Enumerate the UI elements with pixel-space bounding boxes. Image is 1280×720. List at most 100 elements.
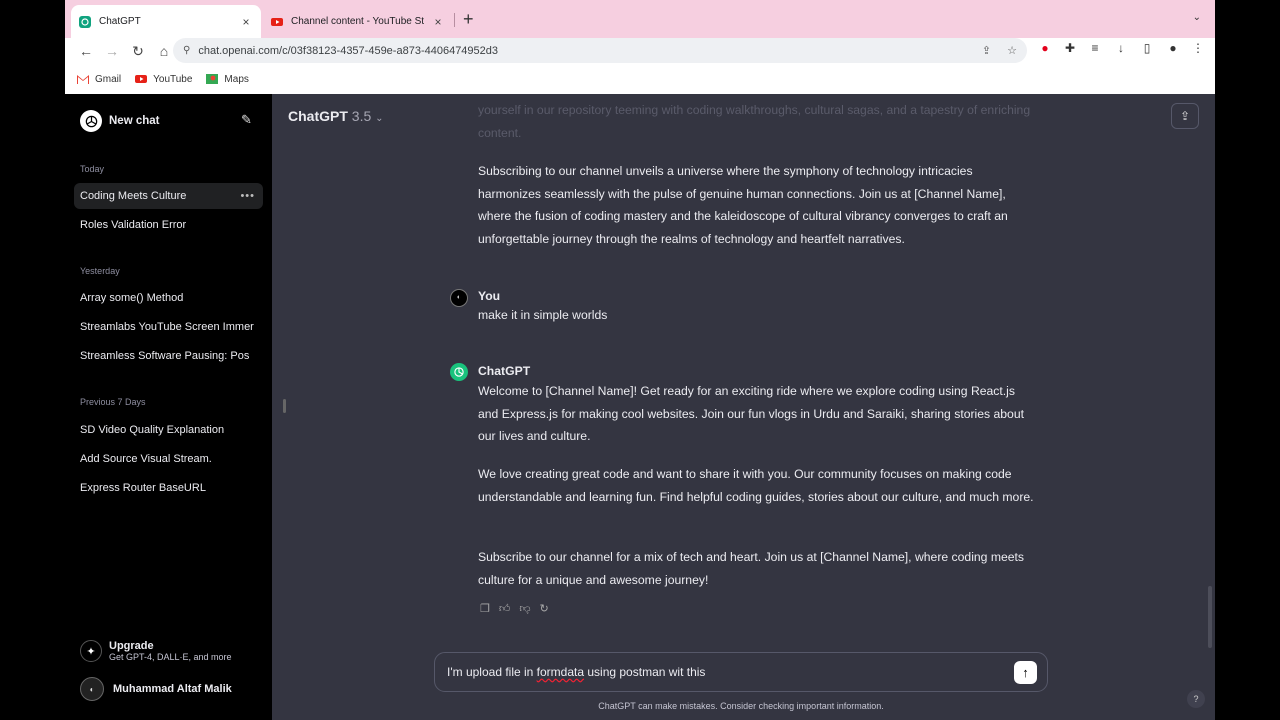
input-text[interactable]: I'm upload file in formdata using postma…: [447, 665, 1014, 679]
copy-icon[interactable]: ❐: [480, 598, 490, 621]
chat-title: Add Source Visual Stream.: [80, 453, 212, 465]
bookmark-star-icon[interactable]: ☆: [1007, 44, 1017, 57]
new-chat-label: New chat: [109, 115, 160, 127]
user-menu[interactable]: ◐ Muhammad Altaf Malik: [80, 677, 232, 701]
youtube-favicon-icon: [271, 17, 283, 26]
chat-main: ChatGPT 3.5 ⌄ ⇪ yourself in our reposito…: [272, 94, 1215, 720]
help-button[interactable]: ?: [1187, 690, 1205, 708]
chat-title: Array some() Method: [80, 292, 184, 304]
sidebar-item-streamless[interactable]: Streamless Software Pausing: Pos: [74, 343, 263, 369]
section-label-previous-7-days: Previous 7 Days: [80, 397, 146, 407]
sidebar-item-express-router[interactable]: Express Router BaseURL: [74, 475, 263, 501]
send-button[interactable]: ↑: [1014, 660, 1037, 684]
extensions-puzzle-icon[interactable]: ✚: [1061, 41, 1079, 55]
thumbs-up-icon[interactable]: 👍︎: [499, 598, 511, 621]
sidebar-item-coding-meets-culture[interactable]: Coding Meets Culture •••: [74, 183, 263, 209]
sparkle-icon: ✦: [80, 640, 102, 662]
new-chat-edit-icon[interactable]: ✎: [241, 112, 252, 128]
user-avatar: ◐: [450, 289, 468, 307]
section-label-yesterday: Yesterday: [80, 266, 120, 276]
chatgpt-avatar-icon: [450, 363, 468, 381]
thumbs-down-icon[interactable]: 👎︎: [519, 598, 530, 621]
assistant-paragraph: Subscribe to our channel for a mix of te…: [478, 550, 1025, 587]
reload-icon[interactable]: ↻: [125, 40, 151, 62]
browser-toolbar: ← → ↻ ⌂ ⚲ chat.openai.com/c/03f38123-435…: [65, 38, 1215, 64]
openai-logo-icon: [80, 110, 102, 132]
gmail-icon: [77, 75, 89, 84]
chat-title: SD Video Quality Explanation: [80, 424, 225, 436]
chat-title: Roles Validation Error: [80, 219, 187, 231]
assistant-paragraph: We love creating great code and want to …: [478, 467, 1034, 504]
scrollbar[interactable]: [1208, 586, 1212, 648]
back-icon[interactable]: ←: [73, 40, 99, 62]
assistant-paragraph: Welcome to [Channel Name]! Get ready for…: [478, 384, 1025, 443]
model-selector[interactable]: ChatGPT 3.5 ⌄: [288, 108, 384, 124]
bookmark-label: YouTube: [153, 73, 193, 85]
new-tab-button[interactable]: +: [463, 9, 474, 30]
sidebar-item-add-source-visual[interactable]: Add Source Visual Stream.: [74, 446, 263, 472]
tab-strip: ChatGPT × Channel content - YouTube St ×…: [65, 0, 1215, 38]
arrow-up-icon: ↑: [1022, 664, 1029, 680]
sidebar-item-array-some[interactable]: Array some() Method: [74, 285, 263, 311]
disclaimer: ChatGPT can make mistakes. Consider chec…: [598, 701, 884, 711]
avatar: ◐: [80, 677, 104, 701]
close-icon[interactable]: ×: [431, 15, 445, 29]
tab-title: ChatGPT: [99, 16, 141, 27]
upgrade-title: Upgrade: [109, 640, 154, 652]
upgrade-button[interactable]: ✦ Upgrade Get GPT-4, DALL·E, and more: [80, 640, 232, 662]
regenerate-icon[interactable]: ↻: [540, 598, 549, 621]
close-icon[interactable]: ×: [239, 15, 253, 29]
chat-title: Streamlabs YouTube Screen Immer: [80, 321, 254, 333]
faded-paragraph: yourself in our repository teeming with …: [478, 103, 1031, 140]
media-queue-icon[interactable]: ≡: [1086, 41, 1104, 55]
profile-avatar-icon[interactable]: ●: [1164, 41, 1182, 55]
tab-chatgpt[interactable]: ChatGPT ×: [71, 5, 261, 38]
chat-title: Express Router BaseURL: [80, 482, 206, 494]
chatgpt-app: New chat ✎ Today Coding Meets Culture ••…: [65, 94, 1215, 720]
tab-separator: [454, 13, 455, 27]
model-version: 3.5: [351, 108, 372, 124]
menu-kebab-icon[interactable]: ⋮: [1189, 41, 1207, 55]
message-paragraph: Subscribing to our channel unveils a uni…: [478, 164, 1008, 246]
side-panel-icon[interactable]: ▯: [1138, 41, 1156, 55]
sidebar-item-roles-validation-error[interactable]: Roles Validation Error: [74, 212, 263, 238]
tab-title: Channel content - YouTube St: [291, 16, 425, 27]
sidebar-toggle-handle[interactable]: [283, 399, 286, 413]
input-text-part: I'm upload file in: [447, 665, 537, 679]
more-options-icon[interactable]: •••: [240, 190, 255, 202]
chat-title: Coding Meets Culture: [80, 190, 187, 202]
upgrade-subtitle: Get GPT-4, DALL·E, and more: [109, 652, 232, 662]
url-text: chat.openai.com/c/03f38123-4357-459e-a87…: [198, 44, 499, 57]
browser-window: ChatGPT × Channel content - YouTube St ×…: [65, 0, 1215, 720]
share-chat-icon[interactable]: ⇪: [1171, 103, 1199, 129]
chevron-down-icon: ⌄: [375, 113, 384, 124]
message-actions: ❐ 👍︎ 👎︎ ↻: [480, 598, 549, 621]
sidebar-item-sd-video-quality[interactable]: SD Video Quality Explanation: [74, 417, 263, 443]
bookmark-label: Maps: [224, 73, 249, 85]
site-info-icon[interactable]: ⚲: [183, 45, 190, 56]
misspelled-word: formdata: [536, 665, 585, 679]
tab-search-icon[interactable]: ⌄: [1193, 12, 1201, 23]
user-message: make it in simple worlds: [478, 308, 608, 322]
bookmark-gmail[interactable]: Gmail: [77, 74, 121, 85]
chatgpt-favicon-icon: [79, 15, 91, 28]
model-name: ChatGPT: [288, 108, 348, 124]
input-text-part: using postman wit this: [584, 665, 706, 679]
sidebar: New chat ✎ Today Coding Meets Culture ••…: [65, 94, 272, 720]
bookmark-youtube[interactable]: YouTube: [135, 74, 192, 85]
share-page-icon[interactable]: ⇪: [982, 44, 991, 57]
youtube-icon: [135, 75, 148, 83]
bookmark-label: Gmail: [95, 73, 122, 85]
maps-icon: [206, 74, 219, 84]
forward-icon[interactable]: →: [99, 40, 125, 62]
address-bar[interactable]: ⚲ chat.openai.com/c/03f38123-4357-459e-a…: [173, 38, 1027, 63]
opera-extension-icon[interactable]: ●: [1036, 41, 1054, 55]
tab-youtube-studio[interactable]: Channel content - YouTube St ×: [263, 5, 453, 38]
message-input[interactable]: I'm upload file in formdata using postma…: [434, 652, 1048, 692]
bookmark-maps[interactable]: Maps: [206, 73, 249, 85]
chat-title: Streamless Software Pausing: Pos: [80, 350, 250, 362]
sidebar-item-streamlabs[interactable]: Streamlabs YouTube Screen Immer: [74, 314, 263, 340]
new-chat-button[interactable]: New chat: [80, 110, 160, 132]
bookmarks-bar: Gmail YouTube Maps: [65, 64, 1215, 94]
downloads-icon[interactable]: ↓: [1112, 41, 1130, 55]
